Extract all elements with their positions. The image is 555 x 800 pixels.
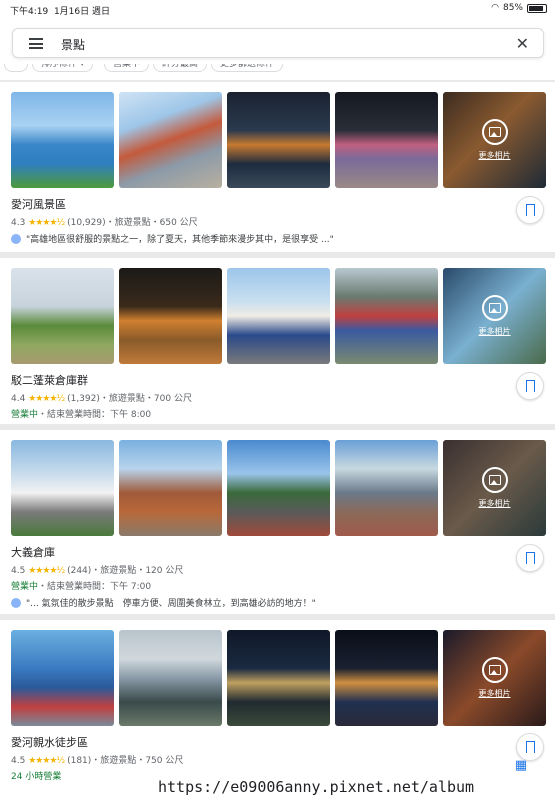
place-photo[interactable] <box>11 92 114 188</box>
place-photo[interactable] <box>119 268 222 364</box>
more-photos-label: 更多相片 <box>478 689 511 698</box>
watermark-url: https://e09006anny.pixnet.net/album <box>150 774 555 800</box>
place-photo[interactable] <box>227 440 330 536</box>
place-photo[interactable] <box>227 268 330 364</box>
place-name[interactable]: 駁二蓬萊倉庫群 <box>11 372 192 388</box>
review-count: (244) <box>67 566 92 576</box>
status-bar: 下午4:19 1月16日 週日 ◠ 85% <box>0 0 555 20</box>
place-card[interactable]: 更多相片 愛河親水徒步區 4.5 ★★★★½ (181)・旅遊景點・750 公尺… <box>0 620 555 800</box>
save-button[interactable] <box>516 733 544 761</box>
photo-library-icon <box>481 295 508 321</box>
place-info: 大義倉庫 4.5 ★★★★½ (244)・旅遊景點・120 公尺 營業中・結束營… <box>11 544 316 609</box>
place-rating: 4.3 <box>11 218 26 228</box>
chip-more-filters[interactable]: 更多篩選條件 <box>211 64 284 72</box>
place-rating: 4.5 <box>11 756 26 766</box>
save-button[interactable] <box>516 544 544 572</box>
place-name[interactable]: 愛河親水徒步區 <box>11 734 183 750</box>
place-category: 旅遊景點 <box>100 566 137 576</box>
place-photo[interactable] <box>335 440 438 536</box>
chip-top-rated[interactable]: 評分最高 <box>153 64 208 72</box>
wifi-icon: ◠ <box>491 3 499 13</box>
place-card[interactable]: 更多相片 愛河風景區 4.3 ★★★★½ (10,929)・旅遊景點・650 公… <box>0 82 555 252</box>
more-photos-label: 更多相片 <box>478 327 511 336</box>
place-category: 旅遊景點 <box>100 756 137 766</box>
chip-sort[interactable]: 排序條件 ▾ <box>32 64 94 72</box>
reviewer-avatar-icon <box>11 233 21 244</box>
place-photo[interactable] <box>11 268 114 364</box>
save-button[interactable] <box>516 196 544 224</box>
chip-open-now[interactable]: 營業中 <box>104 64 150 72</box>
bookmark-icon <box>525 741 535 754</box>
review-snippet: "高雄地區很舒服的景點之一，除了夏天，其他季節來漫步其中，是很享受 ..." <box>26 235 334 245</box>
review-count: (1,392) <box>67 394 100 404</box>
place-card[interactable]: 更多相片 大義倉庫 4.5 ★★★★½ (244)・旅遊景點・120 公尺 營業… <box>0 430 555 614</box>
place-name[interactable]: 愛河風景區 <box>11 196 334 212</box>
star-rating-icon: ★★★★½ <box>28 756 65 766</box>
bookmark-icon <box>525 204 535 217</box>
place-category: 旅遊景點 <box>114 218 151 228</box>
place-rating: 4.5 <box>11 566 26 576</box>
star-rating-icon: ★★★★½ <box>28 394 65 404</box>
place-distance: 700 公尺 <box>153 394 192 404</box>
photo-library-icon <box>481 467 508 493</box>
place-card[interactable]: 更多相片 駁二蓬萊倉庫群 4.4 ★★★★½ (1,392)・旅遊景點・700 … <box>0 258 555 424</box>
battery-level: 85% <box>502 3 523 13</box>
review-count: (10,929) <box>67 218 106 228</box>
star-rating-icon: ★★★★½ <box>28 566 65 576</box>
place-photo[interactable] <box>11 630 114 726</box>
status-time: 下午4:19 <box>10 7 49 17</box>
open-status: 營業中 <box>11 410 39 420</box>
star-rating-icon: ★★★★½ <box>28 218 65 228</box>
menu-icon[interactable] <box>29 38 43 49</box>
search-input[interactable]: 景點 <box>61 36 85 53</box>
place-info: 愛河風景區 4.3 ★★★★½ (10,929)・旅遊景點・650 公尺 "高雄… <box>11 196 334 245</box>
place-photo[interactable] <box>11 440 114 536</box>
more-photos-button[interactable]: 更多相片 <box>443 268 546 364</box>
open-status: 24 小時營業 <box>11 772 62 782</box>
more-photos-label: 更多相片 <box>478 151 511 160</box>
save-button[interactable] <box>516 372 544 400</box>
place-photo[interactable] <box>335 268 438 364</box>
place-distance: 650 公尺 <box>159 218 198 228</box>
more-photos-button[interactable]: 更多相片 <box>443 630 546 726</box>
place-photo[interactable] <box>227 630 330 726</box>
place-rating: 4.4 <box>11 394 26 404</box>
more-photos-label: 更多相片 <box>478 499 511 508</box>
place-name[interactable]: 大義倉庫 <box>11 544 316 560</box>
close-icon[interactable]: ✕ <box>516 34 529 53</box>
open-status: 營業中 <box>11 582 39 592</box>
place-distance: 750 公尺 <box>145 756 184 766</box>
closing-time: ・結束營業時間：下午 8:00 <box>38 410 152 420</box>
bookmark-icon <box>525 380 535 393</box>
more-photos-button[interactable]: 更多相片 <box>443 92 546 188</box>
photo-library-icon <box>481 657 508 683</box>
bookmark-icon <box>525 552 535 565</box>
place-photo[interactable] <box>119 630 222 726</box>
place-photo[interactable] <box>119 92 222 188</box>
battery-icon <box>527 3 547 13</box>
place-photo[interactable] <box>335 92 438 188</box>
place-photo[interactable] <box>119 440 222 536</box>
place-photo[interactable] <box>335 630 438 726</box>
closing-time: ・結束營業時間：下午 7:00 <box>38 582 152 592</box>
place-info: 駁二蓬萊倉庫群 4.4 ★★★★½ (1,392)・旅遊景點・700 公尺 營業… <box>11 372 192 420</box>
place-photo[interactable] <box>227 92 330 188</box>
search-bar[interactable]: 景點 ✕ <box>12 28 544 58</box>
search-header: 景點 ✕ 排序條件 ▾ 營業中 評分最高 更多篩選條件 <box>0 20 555 80</box>
review-count: (181) <box>67 756 92 766</box>
reviewer-avatar-icon <box>11 597 21 608</box>
filter-icon-chip[interactable] <box>4 64 28 72</box>
more-photos-button[interactable]: 更多相片 <box>443 440 546 536</box>
place-category: 旅遊景點 <box>108 394 145 404</box>
filter-chips: 排序條件 ▾ 營業中 評分最高 更多篩選條件 <box>0 64 555 80</box>
review-snippet: "... 氣氛佳的散步景點 停車方便、周圍美食林立，到高雄必訪的地方！" <box>26 599 316 609</box>
place-distance: 120 公尺 <box>145 566 184 576</box>
photo-library-icon <box>481 119 508 145</box>
status-date: 1月16日 週日 <box>53 7 110 17</box>
